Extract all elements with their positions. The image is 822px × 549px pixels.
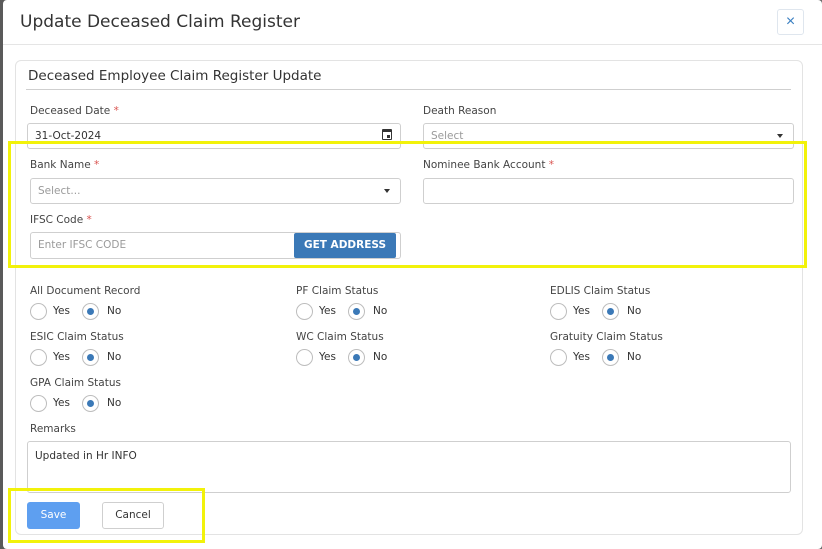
all-document-record-no-text: No: [107, 305, 122, 317]
edlis-claim-status-yes-text: Yes: [573, 305, 590, 317]
wc-claim-status-yes-text: Yes: [319, 351, 336, 363]
esic-claim-status-no-text: No: [107, 351, 122, 363]
gratuity-claim-status-yes-radio[interactable]: [550, 349, 567, 366]
all-document-record-label: All Document Record: [30, 285, 141, 297]
gpa-claim-status-radio-group: Yes No: [30, 395, 150, 413]
ifsc-code-label: IFSC Code *: [30, 214, 92, 226]
get-address-button[interactable]: GET ADDRESS: [294, 233, 396, 258]
remarks-textarea[interactable]: Updated in Hr INFO: [27, 441, 791, 493]
wc-claim-status-label: WC Claim Status: [296, 331, 384, 343]
gpa-claim-status-no-radio[interactable]: [82, 395, 99, 412]
close-icon[interactable]: ×: [777, 9, 804, 35]
edlis-claim-status-radio-group: Yes No: [550, 303, 670, 321]
edlis-claim-status-label: EDLIS Claim Status: [550, 285, 651, 297]
modal-header: Update Deceased Claim Register ×: [3, 0, 822, 45]
all-document-record-no-radio[interactable]: [82, 303, 99, 320]
card-divider: [26, 89, 791, 90]
gpa-claim-status-no-text: No: [107, 397, 122, 409]
required-marker: *: [113, 105, 119, 117]
edlis-claim-status-yes-radio[interactable]: [550, 303, 567, 320]
esic-claim-status-label: ESIC Claim Status: [30, 331, 124, 343]
gratuity-claim-status-no-text: No: [627, 351, 642, 363]
pf-claim-status-no-radio[interactable]: [348, 303, 365, 320]
pf-claim-status-yes-text: Yes: [319, 305, 336, 317]
death-reason-label: Death Reason: [423, 105, 497, 117]
required-marker: *: [86, 214, 92, 226]
gratuity-claim-status-label: Gratuity Claim Status: [550, 331, 663, 343]
esic-claim-status-radio-group: Yes No: [30, 349, 150, 367]
wc-claim-status-yes-radio[interactable]: [296, 349, 313, 366]
gratuity-claim-status-no-radio[interactable]: [602, 349, 619, 366]
wc-claim-status-no-text: No: [373, 351, 388, 363]
card-title: Deceased Employee Claim Register Update: [28, 68, 322, 84]
all-document-record-yes-text: Yes: [53, 305, 70, 317]
bank-name-select[interactable]: Select...: [30, 178, 401, 204]
nominee-bank-account-label: Nominee Bank Account *: [423, 159, 555, 171]
gratuity-claim-status-radio-group: Yes No: [550, 349, 670, 367]
gpa-claim-status-yes-text: Yes: [53, 397, 70, 409]
pf-claim-status-label: PF Claim Status: [296, 285, 379, 297]
all-document-record-radio-group: Yes No: [30, 303, 150, 321]
calendar-icon[interactable]: [382, 129, 392, 140]
edlis-claim-status-no-text: No: [627, 305, 642, 317]
pf-claim-status-yes-radio[interactable]: [296, 303, 313, 320]
nominee-bank-account-input[interactable]: [423, 178, 794, 204]
death-reason-select[interactable]: Select: [423, 123, 794, 149]
modal-title: Update Deceased Claim Register: [20, 12, 300, 32]
gpa-claim-status-yes-radio[interactable]: [30, 395, 47, 412]
all-document-record-yes-radio[interactable]: [30, 303, 47, 320]
required-marker: *: [94, 159, 100, 171]
esic-claim-status-no-radio[interactable]: [82, 349, 99, 366]
cancel-button[interactable]: Cancel: [102, 502, 164, 529]
deceased-date-input[interactable]: 31-Oct-2024: [27, 123, 401, 149]
esic-claim-status-yes-text: Yes: [53, 351, 70, 363]
gratuity-claim-status-yes-text: Yes: [573, 351, 590, 363]
remarks-label: Remarks: [30, 423, 76, 435]
required-marker: *: [548, 159, 555, 171]
chevron-down-icon: [777, 134, 783, 138]
pf-claim-status-radio-group: Yes No: [296, 303, 416, 321]
deceased-date-label: Deceased Date *: [30, 105, 119, 117]
gpa-claim-status-label: GPA Claim Status: [30, 377, 121, 389]
pf-claim-status-no-text: No: [373, 305, 388, 317]
save-button[interactable]: Save: [27, 502, 80, 529]
esic-claim-status-yes-radio[interactable]: [30, 349, 47, 366]
wc-claim-status-radio-group: Yes No: [296, 349, 416, 367]
bank-name-label: Bank Name *: [30, 159, 100, 171]
wc-claim-status-no-radio[interactable]: [348, 349, 365, 366]
edlis-claim-status-no-radio[interactable]: [602, 303, 619, 320]
chevron-down-icon: [384, 189, 390, 193]
